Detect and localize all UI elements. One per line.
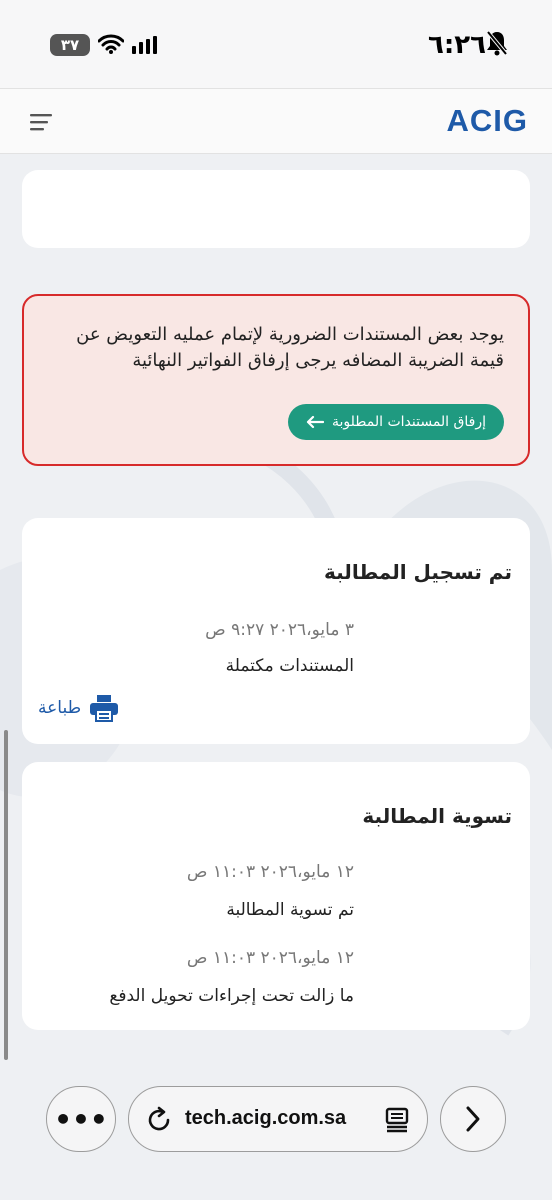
status-bar: ٣٧ ٦:٢٦: [0, 0, 552, 88]
print-label: طباعة: [38, 698, 82, 718]
url-text: tech.acig.com.sa: [185, 1107, 347, 1129]
missing-documents-alert: يوجد بعض المستندات الضرورية لإتمام عمليه…: [22, 294, 530, 466]
hamburger-menu-icon[interactable]: [30, 112, 54, 132]
forward-button[interactable]: [440, 1086, 506, 1152]
status-time: ٦:٢٦: [427, 30, 486, 60]
more-options-button[interactable]: •••: [46, 1086, 116, 1152]
battery-indicator: ٣٧: [50, 34, 90, 56]
printer-icon: [90, 695, 119, 722]
card-description: المستندات مكتملة: [225, 656, 354, 676]
alert-message: يوجد بعض المستندات الضرورية لإتمام عمليه…: [76, 324, 504, 371]
entry-timestamp: ١٢ مايو،٢٠٢٦ ١١:٠٣ ص: [186, 862, 354, 882]
card-title: تم تسجيل المطالبة: [324, 560, 512, 584]
entry-description: تم تسوية المطالبة: [226, 900, 354, 920]
arrow-left-icon: [306, 415, 325, 429]
card-timestamp: ٣ مايو،٢٠٢٦ ٩:٢٧ ص: [205, 620, 354, 640]
chevron-right-icon: [466, 1106, 480, 1132]
cellular-signal-icon: [132, 36, 157, 54]
site-header: ACIG: [0, 88, 552, 154]
entry-description: ما زالت تحت إجراءات تحويل الدفع: [109, 986, 354, 1006]
claim-registered-card: تم تسجيل المطالبة ٣ مايو،٢٠٢٦ ٩:٢٧ ص الم…: [22, 518, 530, 744]
reload-icon[interactable]: [145, 1106, 173, 1134]
browser-toolbar: ••• tech.acig.com.sa: [0, 1082, 552, 1200]
print-button[interactable]: طباعة: [38, 694, 119, 722]
card-title: تسوية المطالبة: [362, 804, 512, 828]
attach-documents-label: إرفاق المستندات المطلوبة: [332, 414, 486, 430]
wifi-icon: [98, 34, 124, 54]
acig-logo[interactable]: ACIG: [447, 103, 529, 139]
address-bar[interactable]: tech.acig.com.sa: [128, 1086, 428, 1152]
entry-timestamp: ١٢ مايو،٢٠٢٦ ١١:٠٣ ص: [186, 948, 354, 968]
scrollbar[interactable]: [4, 730, 8, 1060]
previous-card: [22, 170, 530, 248]
attach-documents-button[interactable]: إرفاق المستندات المطلوبة: [288, 404, 504, 440]
reader-mode-icon[interactable]: [385, 1107, 409, 1133]
claim-settlement-card: تسوية المطالبة ١٢ مايو،٢٠٢٦ ١١:٠٣ ص تم ت…: [22, 762, 530, 1030]
bell-muted-icon: [486, 30, 508, 56]
